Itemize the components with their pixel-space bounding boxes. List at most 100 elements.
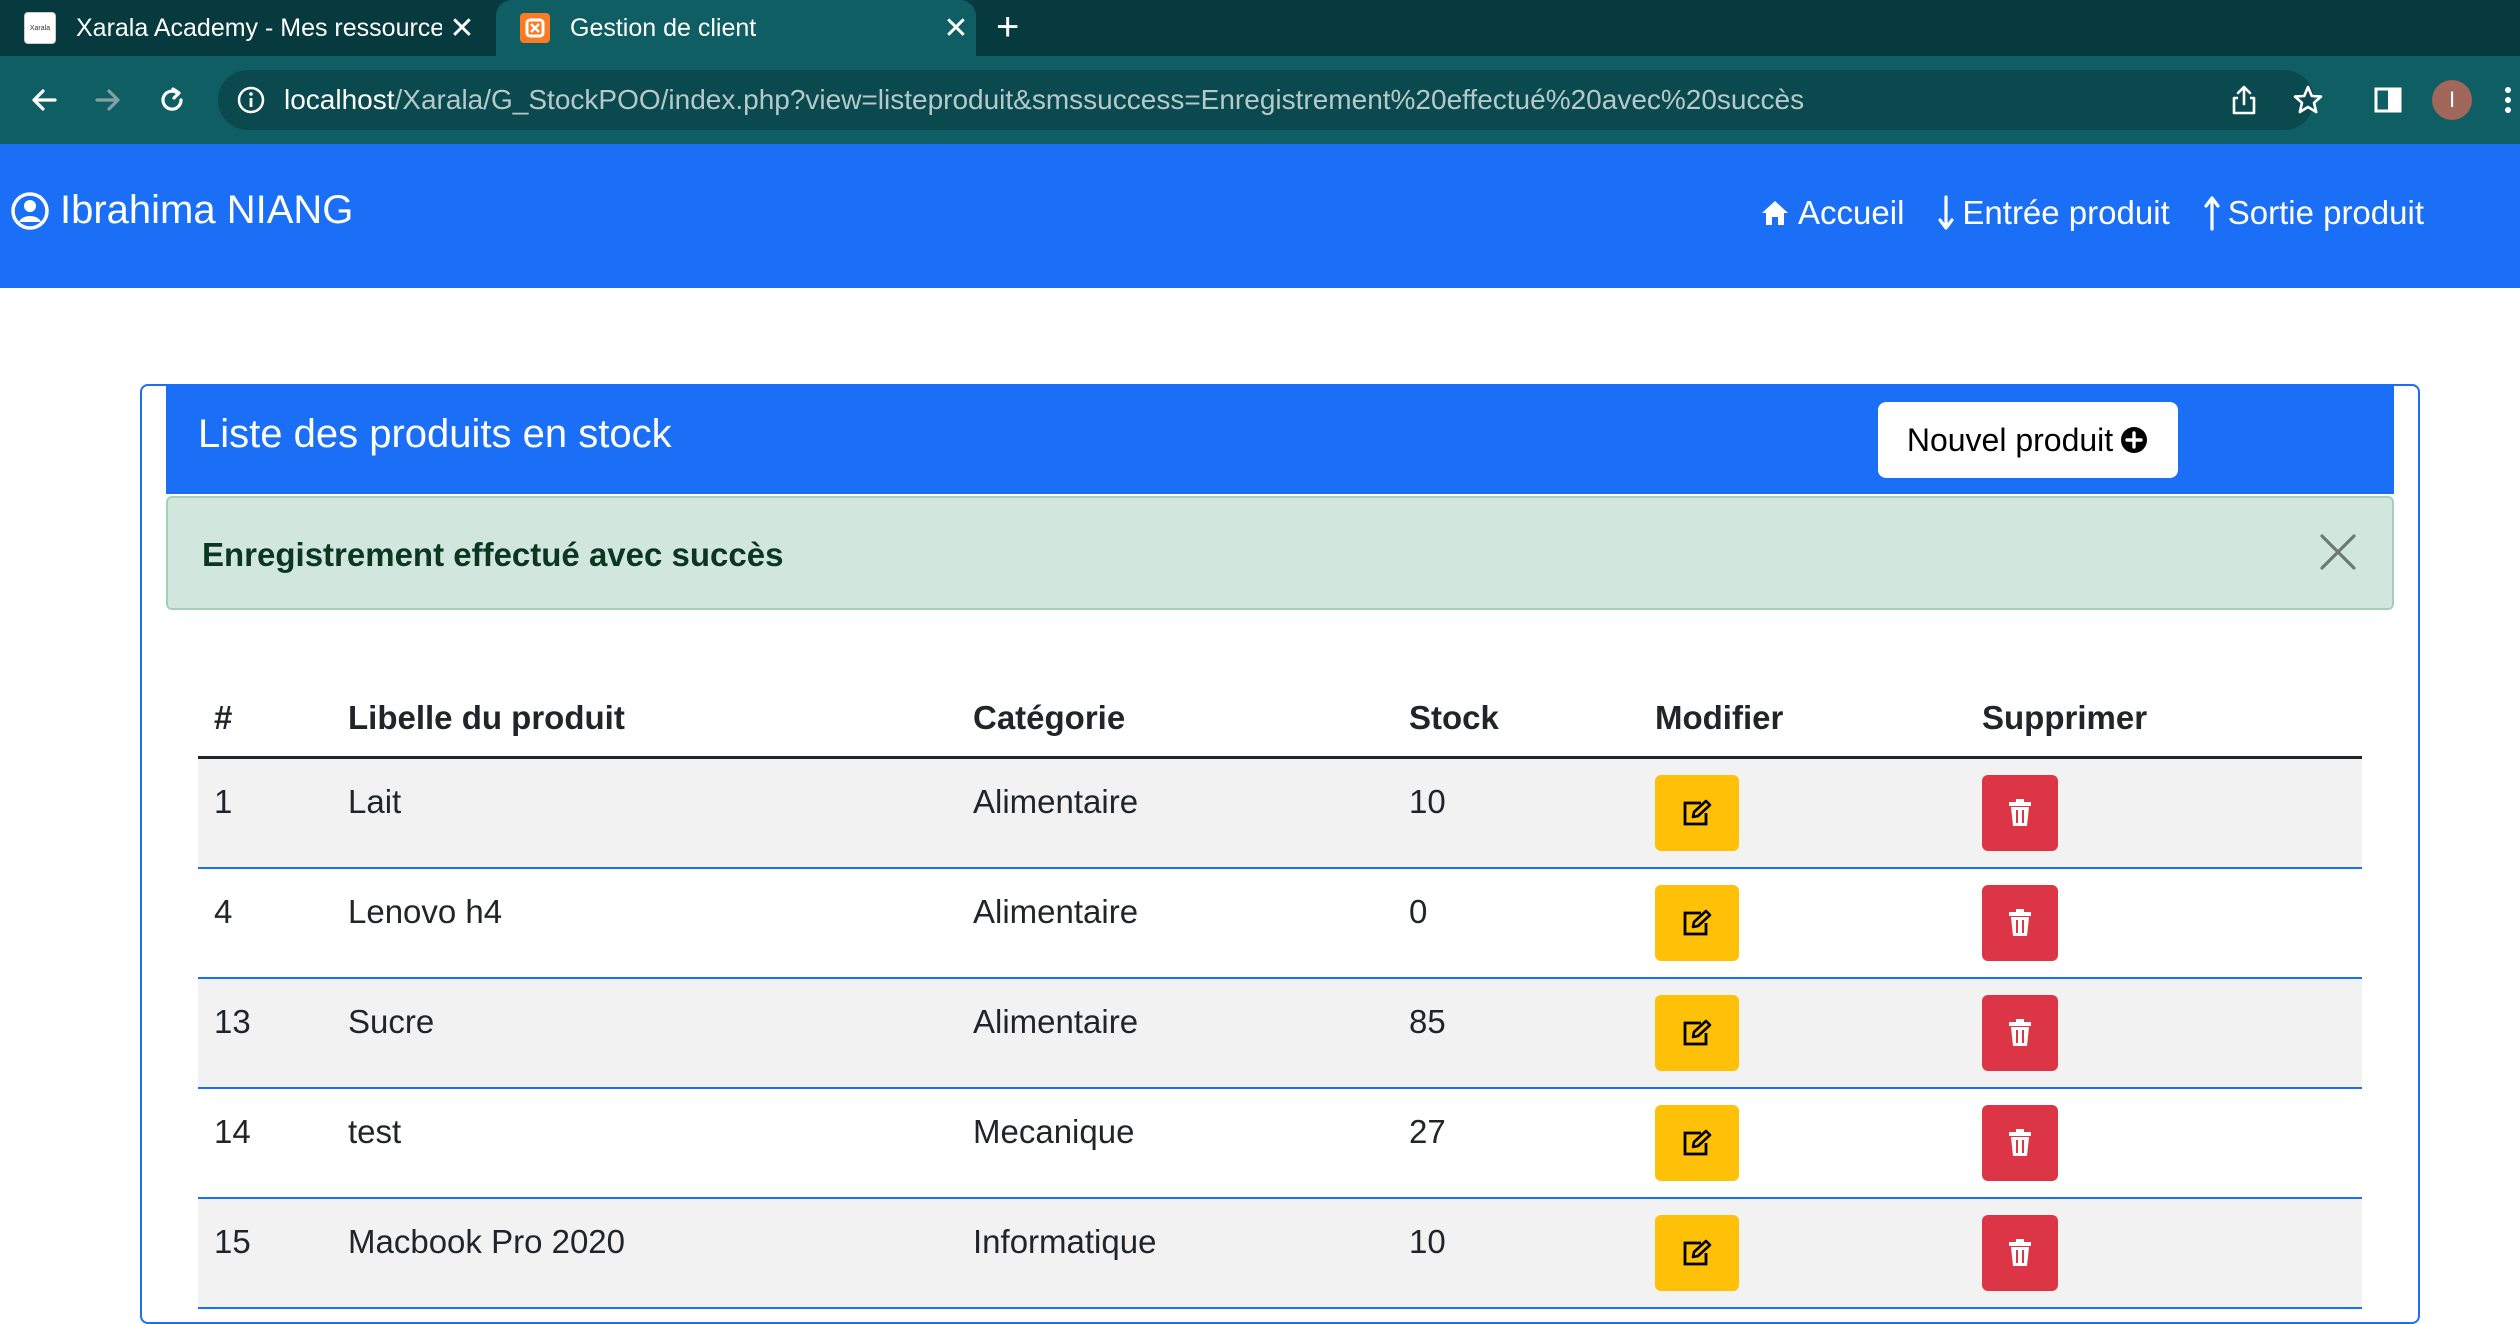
url-path: /Xarala/G_StockPOO/index.php?view=listep… xyxy=(394,84,1805,115)
cell-label: test xyxy=(348,1112,402,1150)
tab-title: Xarala Academy - Mes ressources xyxy=(76,13,442,42)
url-host: localhost xyxy=(284,84,395,115)
nav-links: Accueil Entrée produit Sortie produit xyxy=(1726,194,2424,232)
nav-link-sortie-produit[interactable]: Sortie produit xyxy=(2204,194,2424,232)
card-title: Liste des produits en stock xyxy=(198,412,672,456)
header-id: # xyxy=(198,680,332,759)
close-tab-icon[interactable]: ✕ xyxy=(442,11,482,46)
site-info-icon[interactable] xyxy=(236,85,266,120)
table-row: 15 Macbook Pro 2020 Informatique 10 xyxy=(198,1197,2362,1308)
cell-label: Lenovo h4 xyxy=(348,892,503,930)
cell-stock: 27 xyxy=(1409,1112,1446,1150)
delete-button[interactable] xyxy=(1982,1104,2058,1181)
browser-tab-gestion[interactable]: Gestion de client ✕ xyxy=(496,0,976,56)
delete-button[interactable] xyxy=(1982,884,2058,961)
cell-category: Mecanique xyxy=(973,1112,1135,1150)
delete-button[interactable] xyxy=(1982,1214,2058,1291)
reload-button[interactable] xyxy=(150,78,194,122)
delete-button[interactable] xyxy=(1982,994,2058,1071)
table-row: 13 Sucre Alimentaire 85 xyxy=(198,977,2362,1088)
edit-button[interactable] xyxy=(1655,1214,1739,1291)
cell-category: Alimentaire xyxy=(957,757,1393,868)
xampp-favicon-icon xyxy=(520,13,550,43)
cell-label: Lait xyxy=(332,757,957,868)
header-category: Catégorie xyxy=(957,680,1393,759)
edit-button[interactable] xyxy=(1655,994,1739,1071)
cell-delete xyxy=(1966,757,2362,868)
header-stock: Stock xyxy=(1393,680,1639,759)
table-row: 4 Lenovo h4 Alimentaire 0 xyxy=(198,868,2362,978)
app-navbar: Ibrahima NIANG Accueil Entrée produit So… xyxy=(0,144,2520,288)
xarala-favicon-icon: Xarala xyxy=(24,12,56,44)
trash-icon xyxy=(2009,908,2031,936)
cell-stock: 10 xyxy=(1393,1197,1639,1308)
header-label: Libelle du produit xyxy=(332,680,957,759)
back-button[interactable] xyxy=(22,78,66,122)
cell-label: Sucre xyxy=(332,977,957,1088)
cell-delete xyxy=(1966,977,2362,1088)
delete-button[interactable] xyxy=(1982,775,2058,851)
edit-button[interactable] xyxy=(1655,775,1739,851)
profile-avatar[interactable]: I xyxy=(2432,80,2472,120)
edit-icon xyxy=(1683,909,1712,935)
arrow-down-icon xyxy=(1938,195,1955,230)
close-tab-icon[interactable]: ✕ xyxy=(936,11,976,46)
edit-icon xyxy=(1683,1129,1712,1155)
bookmark-star-icon[interactable] xyxy=(2286,78,2330,122)
plus-circle-icon xyxy=(2121,427,2148,453)
browser-tab-xarala[interactable]: Xarala Xarala Academy - Mes ressources ✕ xyxy=(24,0,482,56)
table-header-row: # Libelle du produit Catégorie Stock Mod… xyxy=(198,680,2362,759)
cell-id: 13 xyxy=(198,977,332,1088)
reload-icon xyxy=(161,87,183,111)
cell-id: 4 xyxy=(214,892,233,930)
table-row: 14 test Mecanique 27 xyxy=(198,1088,2362,1198)
cell-delete xyxy=(1966,868,2362,978)
edit-icon xyxy=(1683,1019,1712,1045)
trash-icon xyxy=(2009,799,2031,826)
nav-link-label: Sortie produit xyxy=(2227,194,2424,231)
tab-title: Gestion de client xyxy=(570,13,757,42)
new-tab-button[interactable]: + xyxy=(996,4,1019,50)
edit-button[interactable] xyxy=(1655,1104,1739,1181)
header-edit: Modifier xyxy=(1639,680,1966,759)
nav-link-entree-produit[interactable]: Entrée produit xyxy=(1938,194,2170,232)
header-delete: Supprimer xyxy=(1966,680,2362,759)
cell-edit xyxy=(1639,757,1966,868)
user-brand[interactable]: Ibrahima NIANG xyxy=(10,188,353,233)
trash-icon xyxy=(2009,1128,2031,1156)
user-circle-icon xyxy=(11,191,49,230)
cell-delete xyxy=(1966,1088,2362,1198)
cell-edit xyxy=(1639,977,1966,1088)
edit-button[interactable] xyxy=(1655,884,1739,961)
edit-icon xyxy=(1683,1239,1712,1265)
cell-stock: 0 xyxy=(1409,892,1428,930)
arrow-left-icon xyxy=(32,89,57,111)
cell-category: Informatique xyxy=(957,1197,1393,1308)
nav-link-label: Accueil xyxy=(1798,194,1905,231)
edit-icon xyxy=(1683,799,1712,826)
share-icon[interactable] xyxy=(2222,78,2266,122)
success-alert: Enregistrement effectué avec succès xyxy=(166,496,2394,610)
home-icon xyxy=(1762,201,1789,225)
address-bar[interactable]: localhost/Xarala/G_StockPOO/index.php?vi… xyxy=(218,70,2314,130)
nav-link-label: Entrée produit xyxy=(1962,194,2170,231)
forward-button[interactable] xyxy=(86,78,130,122)
side-panel-icon[interactable] xyxy=(2366,78,2410,122)
cell-id: 1 xyxy=(198,757,332,868)
close-alert-icon[interactable] xyxy=(2318,532,2358,577)
cell-stock: 10 xyxy=(1393,757,1639,868)
url-text: localhost/Xarala/G_StockPOO/index.php?vi… xyxy=(284,70,1804,130)
nav-link-accueil[interactable]: Accueil xyxy=(1760,194,1904,232)
card-header: Liste des produits en stock Nouvel produ… xyxy=(166,384,2394,494)
alert-message: Enregistrement effectué avec succès xyxy=(202,536,784,573)
new-product-button[interactable]: Nouvel produit xyxy=(1878,402,2178,478)
cell-id: 15 xyxy=(198,1197,332,1308)
products-table: # Libelle du produit Catégorie Stock Mod… xyxy=(198,680,2362,1309)
cell-edit xyxy=(1639,868,1966,978)
arrow-up-icon xyxy=(2204,196,2220,231)
browser-tab-bar: Xarala Xarala Academy - Mes ressources ✕… xyxy=(0,0,2520,56)
arrow-right-icon xyxy=(95,89,120,111)
cell-category: Alimentaire xyxy=(973,892,1139,930)
browser-menu-icon[interactable] xyxy=(2496,78,2520,122)
user-name: Ibrahima NIANG xyxy=(60,188,354,232)
